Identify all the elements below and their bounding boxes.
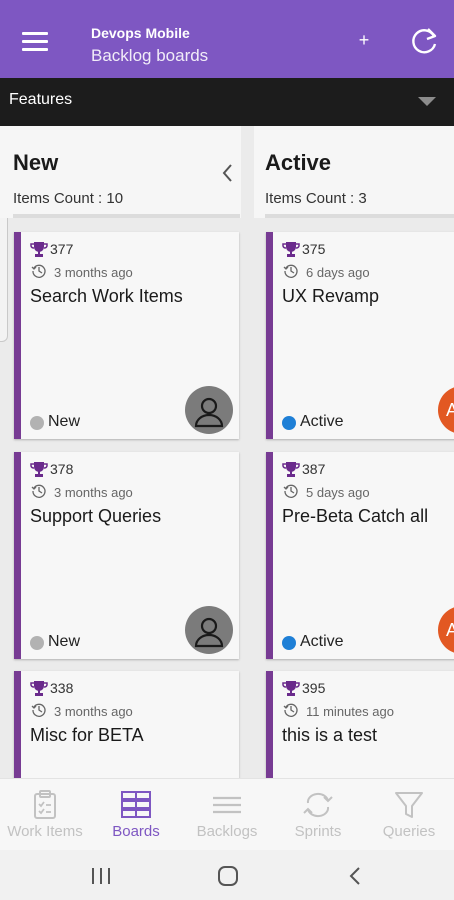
nav-label: Boards	[112, 823, 160, 840]
page-subtitle: Backlog boards	[91, 46, 209, 65]
card-time: 5 days ago	[306, 485, 370, 500]
nav-label: Work Items	[7, 823, 83, 840]
history-icon	[283, 484, 298, 498]
card-time: 11 minutes ago	[306, 704, 394, 719]
trophy-icon	[282, 681, 300, 696]
trophy-icon	[30, 242, 48, 257]
trophy-icon	[30, 462, 48, 477]
card-state: New	[48, 633, 81, 650]
state-dot	[30, 416, 44, 430]
card-type-bar	[266, 671, 273, 778]
person-icon	[194, 617, 224, 648]
column-header-active: Active Items Count : 3	[254, 126, 454, 218]
person-icon	[194, 397, 224, 428]
dropdown-selected-value: Features	[9, 91, 73, 108]
nav-work-items[interactable]: Work Items	[0, 779, 90, 851]
state-dot	[30, 636, 44, 650]
back-icon[interactable]	[344, 865, 368, 887]
trophy-icon	[282, 462, 300, 477]
nav-queries[interactable]: Queries	[364, 779, 454, 851]
card-title: Search Work Items	[30, 286, 183, 306]
history-icon	[31, 484, 46, 498]
menu-icon[interactable]	[22, 32, 48, 52]
backlog-level-dropdown[interactable]: Features	[0, 78, 454, 126]
card-type-bar	[14, 671, 21, 778]
chevron-left-icon[interactable]	[220, 162, 234, 184]
avatar[interactable]: A	[438, 606, 454, 654]
card-id: 395	[302, 680, 326, 696]
funnel-icon	[395, 792, 423, 818]
work-item-card[interactable]: 387 5 days ago Pre-Beta Catch all Active…	[266, 452, 454, 659]
card-time: 3 months ago	[54, 265, 133, 280]
nav-label: Sprints	[294, 823, 342, 840]
card-title: Support Queries	[30, 506, 162, 526]
trophy-icon	[30, 681, 48, 696]
card-id: 378	[50, 461, 74, 477]
state-dot	[282, 416, 296, 430]
card-id: 338	[50, 680, 74, 696]
column-items-count: Items Count : 3	[265, 190, 367, 207]
card-time: 6 days ago	[306, 265, 370, 280]
work-item-card[interactable]: 395 11 minutes ago this is a test	[266, 671, 454, 778]
column-divider	[265, 214, 454, 218]
card-type-bar	[266, 452, 273, 659]
work-item-card[interactable]: 375 6 days ago UX Revamp Active A	[266, 232, 454, 439]
card-title: this is a test	[282, 725, 378, 745]
work-item-card[interactable]: 338 3 months ago Misc for BETA	[14, 671, 239, 778]
nav-sprints[interactable]: Sprints	[273, 779, 363, 851]
card-time: 3 months ago	[54, 485, 133, 500]
card-id: 375	[302, 241, 326, 257]
bottom-navigation: Work Items Boards Backlogs Sprints Queri…	[0, 778, 454, 850]
chevron-down-icon	[418, 97, 436, 106]
card-title: Misc for BETA	[30, 725, 144, 745]
card-time: 3 months ago	[54, 704, 133, 719]
card-state: Active	[300, 633, 344, 650]
home-icon[interactable]	[216, 865, 240, 887]
card-type-bar	[14, 452, 21, 659]
work-item-card[interactable]: 378 3 months ago Support Queries New	[14, 452, 239, 659]
column-title: New	[13, 150, 59, 175]
avatar[interactable]	[185, 606, 233, 654]
card-state: Active	[300, 413, 344, 430]
card-type-bar	[266, 232, 273, 439]
history-icon	[31, 264, 46, 278]
refresh-icon[interactable]	[408, 26, 440, 58]
work-item-card[interactable]: 377 3 months ago Search Work Items New	[14, 232, 239, 439]
card-id: 387	[302, 461, 326, 477]
history-icon	[283, 703, 298, 717]
nav-label: Backlogs	[196, 823, 258, 840]
card-title: Pre-Beta Catch all	[282, 506, 429, 526]
state-dot	[282, 636, 296, 650]
trophy-icon	[282, 242, 300, 257]
avatar[interactable]: A	[438, 386, 454, 434]
card-state: New	[48, 413, 81, 430]
app-bar: Devops Mobile Backlog boards +	[0, 0, 454, 78]
app-title: Devops Mobile	[91, 25, 190, 41]
card-type-bar	[14, 232, 21, 439]
card-title: UX Revamp	[282, 286, 380, 306]
board-columns[interactable]: New Items Count : 10 Active Items Count …	[0, 126, 454, 778]
avatar[interactable]	[185, 386, 233, 434]
sprint-cycle-icon	[303, 793, 333, 817]
history-icon	[31, 703, 46, 717]
column-title: Active	[265, 150, 332, 175]
clipboard-icon	[34, 790, 56, 819]
nav-backlogs[interactable]: Backlogs	[182, 779, 272, 851]
column-header-new: New Items Count : 10	[0, 126, 241, 218]
history-icon	[283, 264, 298, 278]
column-divider	[13, 214, 240, 218]
recent-apps-icon[interactable]	[89, 865, 113, 887]
system-navigation-bar	[0, 850, 454, 900]
backlog-lines-icon	[213, 796, 241, 814]
boards-icon	[121, 791, 151, 818]
add-button[interactable]: +	[354, 30, 374, 50]
card-id: 377	[50, 241, 74, 257]
nav-label: Queries	[382, 823, 436, 840]
column-items-count: Items Count : 10	[13, 190, 124, 207]
nav-boards[interactable]: Boards	[91, 779, 181, 851]
